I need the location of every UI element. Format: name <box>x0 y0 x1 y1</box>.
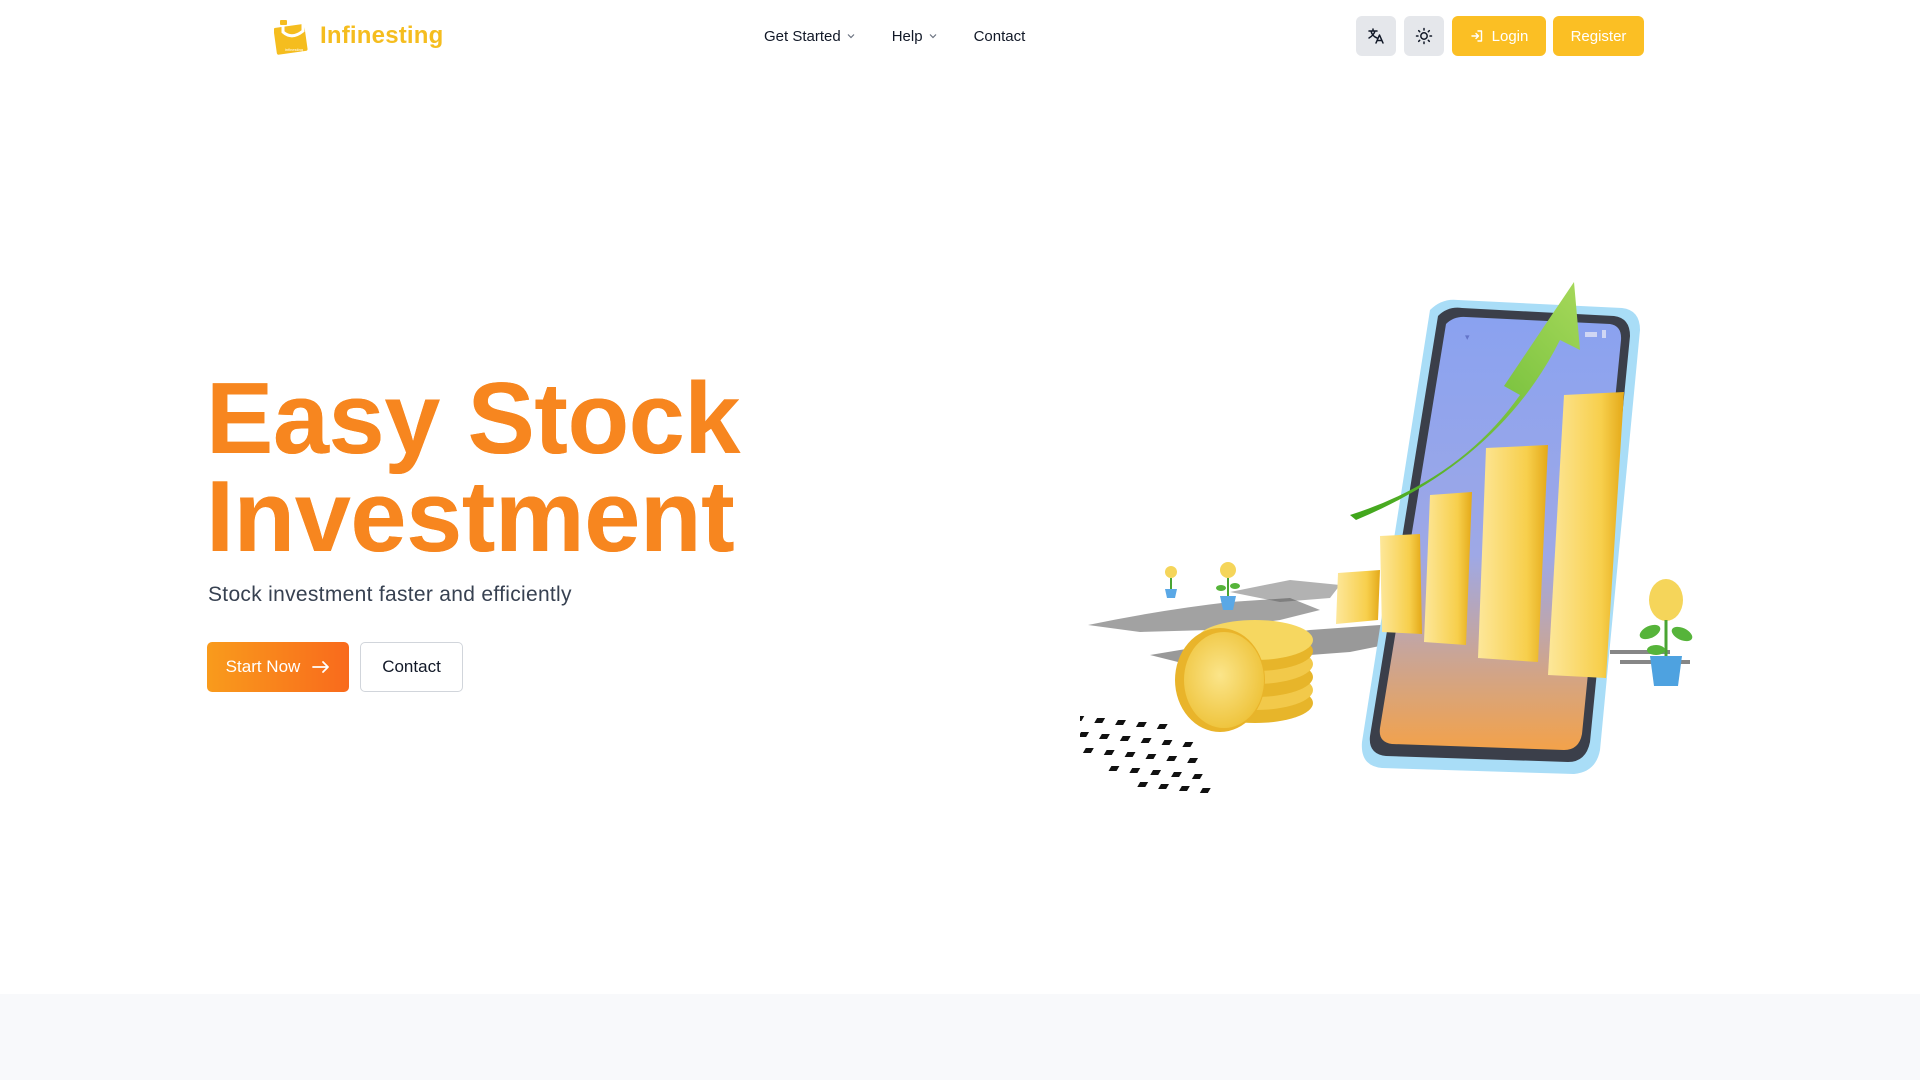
register-label: Register <box>1570 27 1627 45</box>
login-button[interactable]: Login <box>1452 16 1546 56</box>
brand-logo[interactable]: infinesting Infinesting <box>274 17 444 55</box>
phone-logo-icon: infinesting <box>274 19 308 55</box>
main-nav: Get Started Help Contact <box>764 24 1025 48</box>
login-icon <box>1470 30 1482 42</box>
hero-title: Easy Stock Investment <box>206 363 846 573</box>
nav-item-help[interactable]: Help <box>892 28 938 45</box>
nav-item-label: Get Started <box>764 27 841 45</box>
hero-contact-button[interactable]: Contact <box>360 642 463 692</box>
start-now-button[interactable]: Start Now <box>207 642 349 692</box>
nav-item-label: Contact <box>973 27 1026 45</box>
start-now-label: Start Now <box>225 657 301 676</box>
coin-stack-icon <box>1175 620 1313 732</box>
stock-growth-illustration: ▾ <box>1080 282 1693 793</box>
plant-icon-small <box>1165 566 1177 598</box>
dot-grid <box>1080 716 1211 793</box>
svg-text:▾: ▾ <box>1465 332 1470 342</box>
site-header: infinesting Infinesting Get Started Help… <box>0 0 1920 72</box>
sun-icon <box>1415 27 1433 45</box>
hero-title-line-1: Easy Stock <box>206 363 740 475</box>
theme-toggle-button[interactable] <box>1404 16 1444 56</box>
plant-icon-large <box>1639 579 1693 686</box>
language-button[interactable] <box>1356 16 1396 56</box>
arrow-right-icon <box>312 661 330 673</box>
register-button[interactable]: Register <box>1553 16 1644 56</box>
hero-subtitle: Stock investment faster and efficiently <box>208 583 572 606</box>
nav-item-label: Help <box>891 27 923 45</box>
next-section <box>0 994 1920 1080</box>
login-label: Login <box>1491 27 1529 45</box>
chevron-down-icon <box>847 34 855 39</box>
nav-item-get-started[interactable]: Get Started <box>764 28 856 45</box>
nav-item-contact[interactable]: Contact <box>974 28 1026 45</box>
hero-contact-label: Contact <box>382 657 441 676</box>
chevron-down-icon <box>929 34 937 39</box>
brand-name: Infinesting <box>320 22 444 49</box>
svg-text:infinesting: infinesting <box>285 47 303 52</box>
hero-title-line-2: Investment <box>206 461 735 573</box>
translate-icon <box>1368 28 1384 44</box>
